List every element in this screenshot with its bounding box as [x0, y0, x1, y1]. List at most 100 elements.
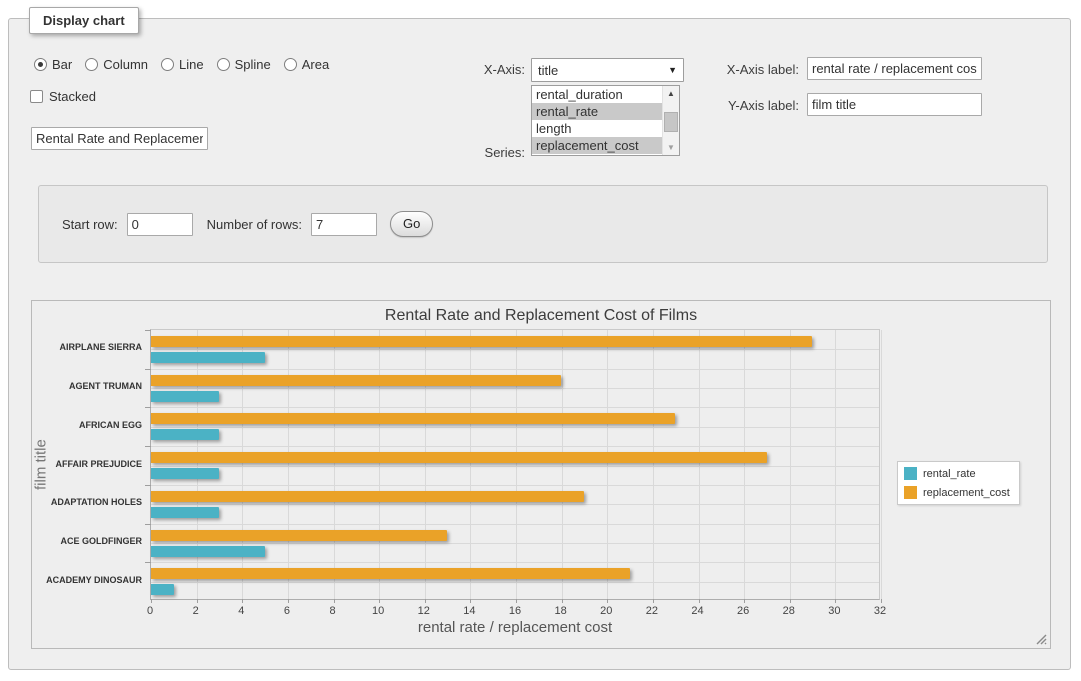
category-label: AGENT TRUMAN: [32, 381, 142, 391]
x-tick-mark: [516, 599, 517, 603]
chart-type-radiogroup: Bar Column Line Spline Area: [34, 57, 329, 72]
category-label: ACE GOLDFINGER: [32, 536, 142, 546]
scroll-down-icon[interactable]: ▼: [663, 140, 679, 155]
bar-rental_rate: [151, 507, 219, 518]
x-tick-label: 28: [776, 605, 802, 617]
x-tick-mark: [744, 599, 745, 603]
bar-replacement_cost: [151, 336, 812, 347]
chart-type-option-line[interactable]: Line: [161, 57, 204, 72]
gridline-vertical: [744, 330, 745, 599]
gridline-vertical: [197, 330, 198, 599]
bar-rental_rate: [151, 546, 265, 557]
x-tick-label: 14: [456, 605, 482, 617]
radio-icon: [217, 58, 230, 71]
bar-replacement_cost: [151, 413, 675, 424]
chart-legend: rental_ratereplacement_cost: [897, 461, 1020, 505]
chart-type-label: Bar: [52, 57, 72, 72]
legend-label: replacement_cost: [923, 487, 1010, 499]
stacked-checkbox-row[interactable]: Stacked: [30, 89, 96, 104]
y-axis-label-caption: Y-Axis label:: [709, 98, 799, 113]
bar-replacement_cost: [151, 530, 447, 541]
radio-icon: [161, 58, 174, 71]
chart-title: Rental Rate and Replacement Cost of Film…: [32, 307, 1050, 325]
y-axis-label-input[interactable]: [807, 93, 982, 116]
x-tick-label: 20: [593, 605, 619, 617]
series-option-length[interactable]: length: [532, 120, 662, 137]
series-option-rental_duration[interactable]: rental_duration: [532, 86, 662, 103]
bar-replacement_cost: [151, 491, 584, 502]
category-label: ADAPTATION HOLES: [32, 497, 142, 507]
y-tick-mark: [145, 446, 151, 447]
gridline-horizontal: [151, 485, 879, 486]
gridline-horizontal: [151, 407, 879, 408]
x-axis-label-input[interactable]: [807, 57, 982, 80]
start-row-input[interactable]: [127, 213, 193, 236]
stacked-checkbox[interactable]: [30, 90, 43, 103]
gridline-horizontal: [151, 427, 879, 428]
x-tick-label: 32: [867, 605, 893, 617]
radio-icon: [34, 58, 47, 71]
display-chart-fieldset: Display chart BarColumnLineSplineArea St…: [8, 18, 1071, 670]
chart-type-option-spline[interactable]: Spline: [217, 57, 271, 72]
gridline-vertical: [288, 330, 289, 599]
y-tick-mark: [145, 485, 151, 486]
series-listbox[interactable]: rental_durationrental_ratelengthreplacem…: [531, 85, 680, 156]
x-tick-mark: [607, 599, 608, 603]
x-tick-label: 24: [685, 605, 711, 617]
x-axis-select[interactable]: title ▼: [531, 58, 684, 82]
gridline-vertical: [790, 330, 791, 599]
gridline-horizontal: [151, 543, 879, 544]
scrollbar-thumb[interactable]: [664, 112, 678, 132]
category-label: AIRPLANE SIERRA: [32, 342, 142, 352]
x-tick-label: 8: [320, 605, 346, 617]
gridline-vertical: [425, 330, 426, 599]
legend-swatch: [904, 486, 917, 499]
x-tick-mark: [425, 599, 426, 603]
series-option-replacement_cost[interactable]: replacement_cost: [532, 137, 662, 154]
x-tick-mark: [881, 599, 882, 603]
bar-replacement_cost: [151, 452, 767, 463]
gridline-vertical: [699, 330, 700, 599]
series-option-rental_rate[interactable]: rental_rate: [532, 103, 662, 120]
bar-rental_rate: [151, 352, 265, 363]
chart-type-option-bar[interactable]: Bar: [34, 57, 72, 72]
x-tick-mark: [699, 599, 700, 603]
series-listbox-scrollbar[interactable]: ▲ ▼: [662, 86, 679, 155]
x-axis-selected-value: title: [538, 63, 664, 78]
go-button[interactable]: Go: [390, 211, 433, 237]
x-tick-label: 2: [183, 605, 209, 617]
chart-type-label: Column: [103, 57, 148, 72]
x-tick-mark: [470, 599, 471, 603]
bar-rental_rate: [151, 468, 219, 479]
series-select-caption: Series:: [429, 145, 525, 160]
category-label: AFFAIR PREJUDICE: [32, 459, 142, 469]
x-tick-label: 18: [548, 605, 574, 617]
gridline-vertical: [334, 330, 335, 599]
scroll-up-icon[interactable]: ▲: [663, 86, 679, 101]
resize-handle-icon[interactable]: [1035, 633, 1047, 645]
bar-rental_rate: [151, 429, 219, 440]
gridline-vertical: [470, 330, 471, 599]
chart-type-label: Spline: [235, 57, 271, 72]
chart-title-input[interactable]: [31, 127, 208, 150]
y-tick-mark: [145, 562, 151, 563]
x-axis-select-caption: X-Axis:: [429, 62, 525, 77]
gridline-vertical: [607, 330, 608, 599]
bar-rental_rate: [151, 391, 219, 402]
y-tick-mark: [145, 369, 151, 370]
x-tick-label: 4: [228, 605, 254, 617]
x-axis-title: rental rate / replacement cost: [150, 619, 880, 636]
chart-type-option-column[interactable]: Column: [85, 57, 148, 72]
gridline-horizontal: [151, 369, 879, 370]
gridline-horizontal: [151, 446, 879, 447]
chart-type-option-area[interactable]: Area: [284, 57, 329, 72]
gridline-vertical: [653, 330, 654, 599]
row-range-panel: Start row: Number of rows: Go: [38, 185, 1048, 263]
num-rows-input[interactable]: [311, 213, 377, 236]
gridline-horizontal: [151, 388, 879, 389]
x-tick-label: 10: [365, 605, 391, 617]
category-label: AFRICAN EGG: [32, 420, 142, 430]
x-tick-label: 0: [137, 605, 163, 617]
fieldset-legend-title: Display chart: [29, 7, 139, 34]
gridline-vertical: [881, 330, 882, 599]
